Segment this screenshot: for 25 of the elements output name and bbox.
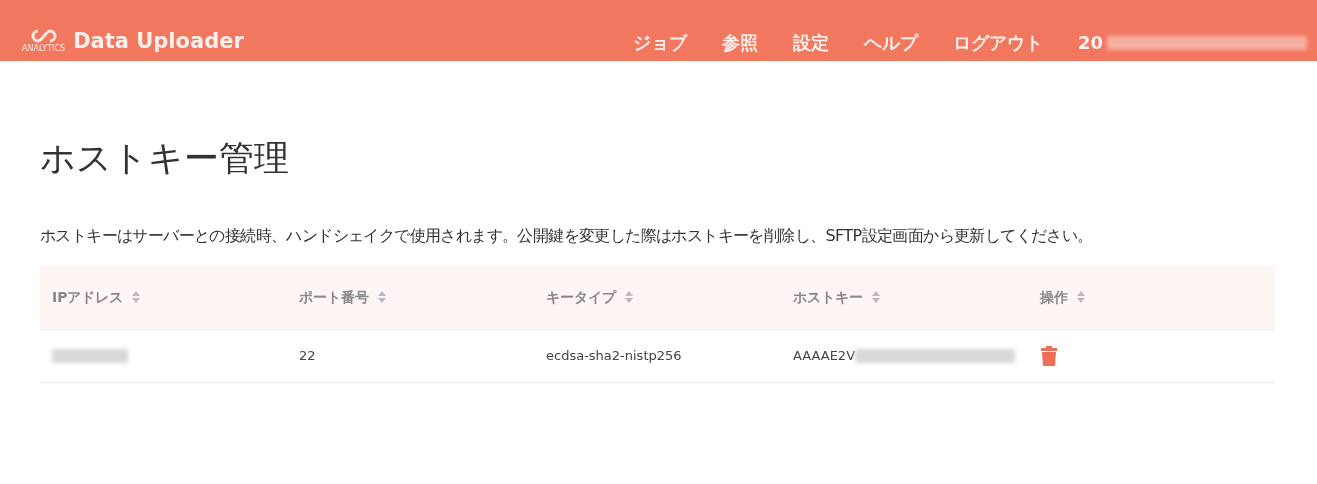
nav-link[interactable]: 設定 — [792, 34, 829, 52]
logo-icon — [29, 27, 58, 45]
table-cell: 22 — [299, 347, 316, 363]
column-header[interactable]: ホストキー — [793, 286, 863, 308]
page-title: ホストキー管理 — [40, 141, 290, 176]
app-name[interactable]: Data Uploader — [73, 31, 244, 52]
sort-icon[interactable] — [377, 290, 387, 305]
user-name[interactable]: 20 — [1077, 34, 1103, 52]
nav-link[interactable]: 参照 — [721, 34, 758, 52]
nav-link[interactable]: ヘルプ — [863, 34, 918, 52]
column-header[interactable]: IPアドレス — [52, 286, 124, 308]
description: ホストキーはサーバーとの接続時、ハンドシェイクで使用されます。公開鍵を変更した際はホストキーを削除し、SFTP設定画面から更新してください。 — [40, 225, 1094, 247]
nav-link[interactable]: ジョブ — [632, 34, 687, 52]
logo-caption: ANALYTICS — [22, 45, 66, 53]
table-cell: ecdsa-sha2-nistp256 — [546, 347, 682, 363]
column-header[interactable]: キータイプ — [546, 286, 616, 308]
table-cell: AAAAE2V — [793, 347, 856, 363]
nav-link[interactable]: ログアウト — [952, 34, 1043, 52]
sort-icon[interactable] — [871, 290, 881, 305]
sort-icon[interactable] — [131, 290, 142, 305]
column-header[interactable]: 操作 — [1040, 286, 1068, 308]
sort-icon[interactable] — [1076, 290, 1086, 305]
trash-icon[interactable] — [1040, 344, 1058, 367]
sort-icon[interactable] — [624, 290, 634, 305]
column-header[interactable]: ポート番号 — [299, 286, 369, 308]
